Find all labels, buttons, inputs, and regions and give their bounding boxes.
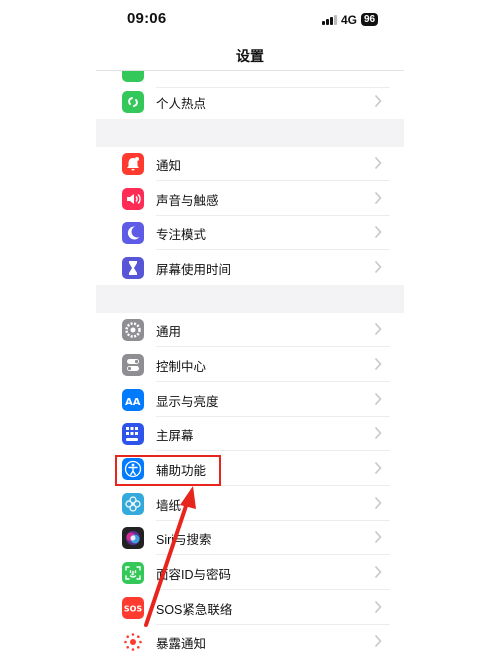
settings-row-sounds[interactable]: 声音与触感 <box>116 182 390 216</box>
settings-row-control-center[interactable]: 控制中心 <box>116 348 390 382</box>
sos-icon: SOS <box>122 597 144 619</box>
group-gap <box>96 119 404 147</box>
settings-row-general[interactable]: 通用 <box>116 313 390 347</box>
row-label: 通用 <box>156 325 182 339</box>
chevron-right-icon <box>374 461 382 475</box>
row-label: 墙纸 <box>156 499 182 513</box>
chevron-right-icon <box>374 565 382 579</box>
row-label: 屏幕使用时间 <box>156 263 232 277</box>
chevron-right-icon <box>374 426 382 440</box>
settings-row-home-screen[interactable]: 主屏幕 <box>116 417 390 451</box>
settings-row-hotspot[interactable]: 个人热点 <box>116 85 390 119</box>
chevron-right-icon <box>374 191 382 205</box>
chevron-right-icon <box>374 392 382 406</box>
row-separator <box>156 589 390 590</box>
row-label: 面容ID与密码 <box>156 568 232 582</box>
sos-badge-text: SOS <box>124 605 143 614</box>
toggles-icon <box>122 354 144 376</box>
page-title: 设置 <box>236 48 264 64</box>
network-type: 4G <box>341 13 358 27</box>
exposure-icon <box>122 631 144 652</box>
app-grid-icon <box>122 423 144 445</box>
settings-row-exposure[interactable]: 暴露通知 <box>116 625 390 652</box>
chevron-right-icon <box>374 94 382 108</box>
chevron-right-icon <box>374 322 382 336</box>
row-label: 主屏幕 <box>156 429 194 443</box>
settings-row-sos[interactable]: SOS SOS紧急联络 <box>116 591 390 625</box>
bell-icon <box>122 153 144 175</box>
row-label: 暴露通知 <box>156 637 207 651</box>
speaker-icon <box>122 188 144 210</box>
chevron-right-icon <box>374 156 382 170</box>
face-id-icon <box>122 562 144 584</box>
row-separator <box>156 180 390 181</box>
annotation-highlight-box <box>115 455 221 486</box>
settings-row-wallpaper[interactable]: 墙纸 <box>116 487 390 521</box>
row-label: 个人热点 <box>156 97 207 111</box>
row-separator <box>156 450 390 451</box>
settings-row-siri[interactable]: Siri与搜索 <box>116 521 390 555</box>
row-separator <box>156 346 390 347</box>
hotspot-icon <box>122 91 144 113</box>
svg-text:AA: AA <box>125 397 141 408</box>
row-label: 专注模式 <box>156 228 207 242</box>
cellular-signal-icon <box>322 14 338 25</box>
status-time: 09:06 <box>127 10 167 27</box>
settings-row-display[interactable]: AA 显示与亮度 <box>116 383 390 417</box>
settings-row-notifications[interactable]: 通知 <box>116 147 390 181</box>
row-label: SOS紧急联络 <box>156 603 233 617</box>
moon-icon <box>122 222 144 244</box>
row-label: 声音与触感 <box>156 194 219 208</box>
settings-row-screen-time[interactable]: 屏幕使用时间 <box>116 251 390 285</box>
chevron-right-icon <box>374 634 382 648</box>
settings-list[interactable]: 个人热点 通知 声音与触感 专注模式 屏幕使用时间 通用 控制中心 AA 显示与… <box>0 71 500 652</box>
flower-icon <box>122 493 144 515</box>
chevron-right-icon <box>374 600 382 614</box>
status-bar: 09:06 4G 96 <box>0 0 500 40</box>
chevron-right-icon <box>374 357 382 371</box>
chevron-right-icon <box>374 496 382 510</box>
chevron-right-icon <box>374 530 382 544</box>
settings-row-focus[interactable]: 专注模式 <box>116 216 390 250</box>
cellular-icon <box>122 71 144 82</box>
row-separator <box>156 381 390 382</box>
battery-level: 96 <box>361 13 379 26</box>
text-size-icon: AA <box>122 389 144 411</box>
row-label: 通知 <box>156 159 182 173</box>
row-separator <box>156 554 390 555</box>
chevron-right-icon <box>374 225 382 239</box>
settings-row-face-id[interactable]: 面容ID与密码 <box>116 556 390 590</box>
row-separator <box>156 249 390 250</box>
gear-icon <box>122 319 144 341</box>
chevron-right-icon <box>374 260 382 274</box>
hourglass-icon <box>122 257 144 279</box>
row-label: 控制中心 <box>156 360 207 374</box>
siri-icon <box>122 527 144 549</box>
row-label: 显示与亮度 <box>156 395 219 409</box>
row-label: Siri与搜索 <box>156 533 212 547</box>
group-gap <box>96 285 404 313</box>
